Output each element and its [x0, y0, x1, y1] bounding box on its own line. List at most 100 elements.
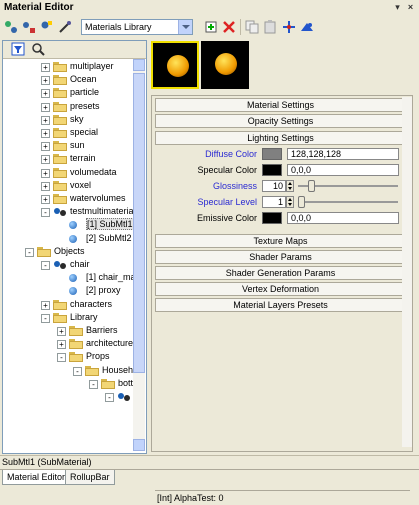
search-icon[interactable] — [31, 42, 45, 56]
tab-rollupbar[interactable]: RollupBar — [65, 470, 115, 485]
rollup-vertex-deformation[interactable]: Vertex Deformation — [155, 282, 406, 296]
collapse-icon[interactable]: - — [41, 261, 50, 270]
tab-material-editor[interactable]: Material Editor — [2, 470, 71, 485]
pin-icon[interactable]: ▾ — [392, 2, 403, 13]
rollup-texture-maps[interactable]: Texture Maps — [155, 234, 406, 248]
status-bar: SubMtl1 (SubMaterial) — [0, 455, 419, 469]
assign-material-icon[interactable] — [3, 19, 19, 35]
rollup-lighting-settings[interactable]: Lighting Settings — [155, 131, 406, 145]
expand-icon[interactable]: + — [41, 155, 50, 165]
multi-material-icon — [54, 261, 66, 269]
expand-icon[interactable]: + — [41, 89, 50, 99]
tree-item[interactable]: + Ocean — [3, 74, 133, 87]
glossiness-input[interactable]: 10 — [262, 180, 286, 192]
collapse-icon[interactable]: - — [89, 379, 98, 389]
tree-item[interactable]: + voxel — [3, 180, 133, 193]
expand-icon[interactable]: + — [41, 195, 50, 204]
glossiness-slider[interactable] — [298, 180, 398, 192]
preview-ball-selected[interactable] — [151, 41, 199, 89]
glossiness-spinner[interactable] — [286, 180, 294, 192]
collapse-icon[interactable]: - — [105, 393, 114, 402]
rollup-shader-params[interactable]: Shader Params — [155, 250, 406, 264]
preview-ball[interactable] — [201, 41, 249, 89]
tree-item[interactable]: - chair — [3, 259, 133, 272]
collapse-icon[interactable]: - — [41, 313, 50, 323]
move-icon[interactable] — [281, 19, 297, 35]
rollup-material-layers-presets[interactable]: Material Layers Presets — [155, 298, 406, 312]
tree-item[interactable]: [2] proxy — [3, 285, 133, 298]
expand-icon[interactable]: + — [41, 76, 50, 86]
tree-item[interactable]: + multiplayer — [3, 61, 133, 74]
tree-item[interactable]: + sun — [3, 140, 133, 153]
scroll-down-icon[interactable] — [133, 439, 145, 451]
glossiness-slider-knob[interactable] — [307, 180, 315, 192]
pick-material-icon[interactable] — [39, 19, 55, 35]
tree-item[interactable]: - Props — [3, 351, 133, 364]
emissive-color-swatch[interactable] — [262, 212, 282, 224]
specular-level-spinner[interactable] — [286, 196, 294, 208]
specular-color-swatch[interactable] — [262, 164, 282, 176]
tree-item[interactable]: - Househol — [3, 365, 133, 378]
glossiness-label: Glossiness — [212, 181, 257, 191]
tree-item[interactable]: + volumedata — [3, 167, 133, 180]
tree-item[interactable]: + watervolumes — [3, 193, 133, 206]
expand-icon[interactable]: + — [41, 102, 50, 112]
paste-icon[interactable] — [262, 19, 278, 35]
tree-item[interactable]: [2] SubMtl2 — [3, 233, 133, 246]
rollup-opacity-settings[interactable]: Opacity Settings — [155, 114, 406, 128]
tree-item[interactable]: - testmultimaterial — [3, 206, 133, 219]
tree-item[interactable]: - bottl — [3, 378, 133, 391]
expand-icon[interactable]: + — [57, 327, 66, 336]
tree-item[interactable]: + architecture — [3, 338, 133, 351]
tree-item[interactable]: + terrain — [3, 153, 133, 166]
expand-icon[interactable]: + — [41, 300, 50, 310]
tree-item[interactable]: - Library — [3, 312, 133, 325]
close-icon[interactable]: × — [405, 2, 416, 13]
tree-scroll-thumb[interactable] — [133, 73, 145, 373]
tree-item[interactable]: + characters — [3, 299, 133, 312]
properties-scrollbar[interactable] — [402, 97, 412, 447]
material-tree[interactable]: + multiplayer + Ocean + particle + presets + sky +… — [3, 59, 133, 451]
tree-item[interactable]: [1] SubMtl1 — [3, 218, 133, 232]
specular-color-value[interactable]: 0,0,0 — [287, 164, 399, 176]
tree-item[interactable]: + particle — [3, 87, 133, 100]
scroll-up-icon[interactable] — [133, 59, 145, 71]
eyedropper-icon[interactable] — [57, 19, 73, 35]
delete-icon[interactable] — [221, 19, 237, 35]
filter-icon[interactable] — [11, 42, 25, 56]
panel-status: [Int] AlphaTest: 0 — [155, 490, 410, 505]
expand-icon[interactable]: + — [57, 340, 66, 350]
expand-icon[interactable]: + — [41, 63, 50, 72]
collapse-icon[interactable]: - — [41, 208, 50, 218]
diffuse-color-swatch[interactable] — [262, 148, 282, 160]
rollup-shader-generation-params[interactable]: Shader Generation Params — [155, 266, 406, 280]
expand-icon[interactable]: + — [41, 142, 50, 152]
get-material-icon[interactable] — [21, 19, 37, 35]
expand-icon[interactable]: + — [41, 129, 50, 138]
tree-item[interactable]: + sky — [3, 114, 133, 127]
emissive-color-value[interactable]: 0,0,0 — [287, 212, 399, 224]
rollup-material-settings[interactable]: Material Settings — [155, 98, 406, 112]
expand-icon[interactable]: + — [41, 181, 50, 191]
tree-item[interactable]: + presets — [3, 101, 133, 114]
expand-icon[interactable]: + — [41, 168, 50, 178]
expand-icon[interactable]: + — [41, 115, 50, 125]
shader-icon[interactable] — [299, 19, 315, 35]
collapse-icon[interactable]: - — [57, 353, 66, 363]
diffuse-color-value[interactable]: 128,128,128 — [287, 148, 399, 160]
tree-item[interactable]: - — [3, 391, 133, 404]
library-combo[interactable]: Materials Library — [81, 19, 193, 35]
add-material-icon[interactable] — [203, 19, 219, 35]
chevron-down-icon[interactable] — [178, 20, 192, 34]
collapse-icon[interactable]: - — [25, 247, 34, 257]
specular-level-slider-knob[interactable] — [298, 196, 305, 208]
copy-icon[interactable] — [244, 19, 260, 35]
tree-item[interactable]: + Barriers — [3, 325, 133, 338]
specular-level-slider[interactable] — [298, 196, 398, 208]
tree-item[interactable]: - Objects — [3, 246, 133, 259]
tree-item[interactable]: [1] chair_mat — [3, 272, 133, 285]
tree-scrollbar[interactable] — [133, 59, 145, 451]
tree-item[interactable]: + special — [3, 127, 133, 140]
collapse-icon[interactable]: - — [73, 366, 82, 376]
specular-level-input[interactable]: 1 — [262, 196, 286, 208]
